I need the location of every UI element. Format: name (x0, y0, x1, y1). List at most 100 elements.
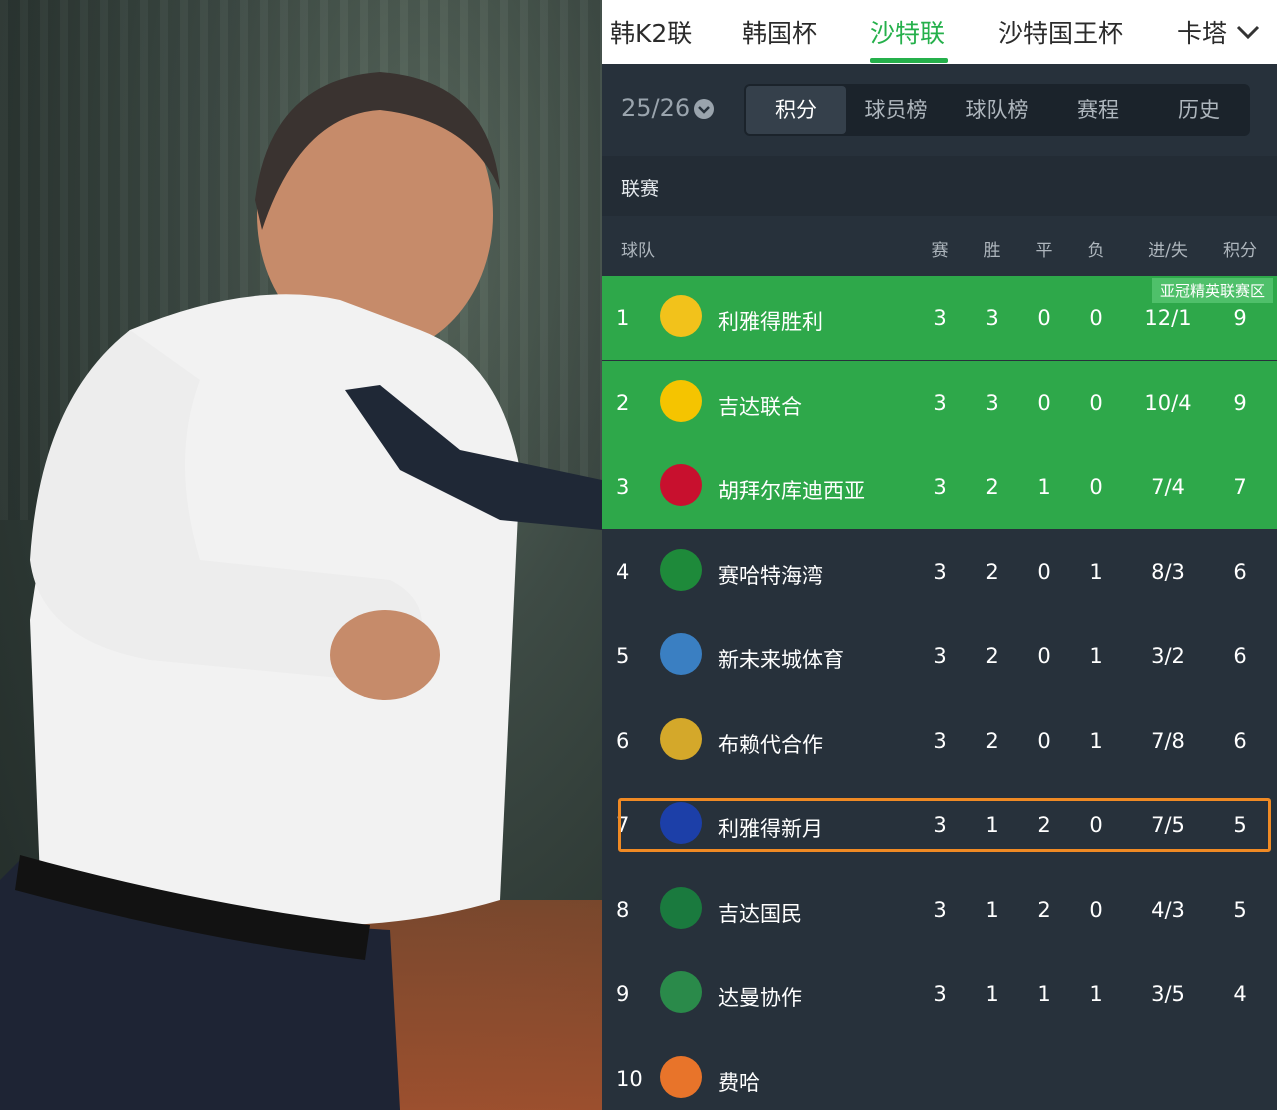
played-cell: 3 (933, 390, 947, 415)
chevron-down-icon[interactable] (1234, 20, 1262, 44)
points-cell: 9 (1233, 306, 1247, 330)
played-cell: 3 (933, 728, 947, 753)
tab-qatar[interactable]: 卡塔 (1177, 14, 1229, 50)
team-logo-icon (660, 464, 702, 506)
coach-figure (0, 72, 602, 1110)
table-row[interactable]: 9 达曼协作 3 1 1 1 3/5 4 (602, 952, 1277, 1036)
lost-cell: 1 (1089, 728, 1103, 753)
team-name[interactable]: 费哈 (718, 1067, 760, 1097)
rank-cell: 2 (616, 390, 630, 415)
lost-cell: 1 (1089, 982, 1103, 1006)
rank-cell: 5 (616, 644, 630, 668)
points-cell: 6 (1233, 728, 1247, 753)
lost-cell: 1 (1089, 559, 1103, 584)
played-cell: 3 (933, 559, 947, 584)
won-cell: 2 (985, 728, 999, 753)
active-tab-indicator (870, 58, 948, 63)
table-row[interactable]: 3 胡拜尔库迪西亚 3 2 1 0 7/4 7 (602, 445, 1277, 529)
team-name[interactable]: 达曼协作 (718, 982, 802, 1012)
table-row[interactable]: 6 布赖代合作 3 2 0 1 7/8 6 (602, 699, 1277, 783)
team-name[interactable]: 胡拜尔库迪西亚 (718, 475, 865, 505)
header-draw: 平 (1035, 241, 1053, 261)
team-name[interactable]: 吉达联合 (718, 391, 802, 421)
team-name[interactable]: 利雅得胜利 (718, 306, 823, 336)
team-logo-icon (660, 548, 702, 591)
points-cell: 6 (1233, 559, 1247, 584)
tab-kings-cup[interactable]: 沙特国王杯 (998, 14, 1123, 50)
team-logo-icon (660, 295, 702, 337)
played-cell: 3 (933, 897, 947, 922)
team-logo-icon (660, 971, 702, 1013)
lost-cell: 0 (1089, 897, 1103, 922)
subtab-schedule[interactable]: 赛程 (1048, 84, 1148, 136)
team-logo-icon (660, 633, 702, 675)
draw-cell: 0 (1037, 390, 1051, 415)
draw-cell: 1 (1037, 475, 1051, 499)
standings-panel: 韩K2联 韩国杯 沙特联 沙特国王杯 卡塔 25/26 积分 球员榜 球队榜 赛… (602, 0, 1277, 1110)
table-row[interactable]: 10 费哈 (602, 1037, 1277, 1110)
goals-cell: 4/3 (1151, 897, 1185, 922)
draw-cell: 0 (1037, 559, 1051, 584)
rank-cell: 10 (616, 1066, 643, 1091)
team-name[interactable]: 新未来城体育 (718, 644, 844, 674)
tab-korea-cup[interactable]: 韩国杯 (742, 14, 817, 50)
table-header: 球队 赛 胜 平 负 进/失 积分 (602, 216, 1277, 276)
played-cell: 3 (933, 644, 947, 668)
header-won: 胜 (983, 241, 1001, 261)
draw-cell: 0 (1037, 728, 1051, 753)
goals-cell: 3/2 (1151, 644, 1185, 668)
section-title: 联赛 (621, 178, 660, 200)
league-tab-bar: 韩K2联 韩国杯 沙特联 沙特国王杯 卡塔 (602, 0, 1277, 64)
rank-cell: 8 (616, 897, 630, 922)
team-logo-icon (660, 886, 702, 929)
subtab-team-ranking[interactable]: 球队榜 (947, 84, 1047, 136)
chevron-circle-icon[interactable] (694, 99, 714, 119)
tab-k-league-2[interactable]: 韩K2联 (610, 14, 692, 50)
rank-cell: 9 (616, 982, 630, 1006)
won-cell: 3 (985, 306, 999, 330)
zone-badge: 亚冠精英联赛区 (1151, 278, 1273, 303)
won-cell: 3 (985, 390, 999, 415)
subtab-standings[interactable]: 积分 (746, 86, 846, 134)
subtab-history[interactable]: 历史 (1149, 84, 1249, 136)
goals-cell: 12/1 (1144, 306, 1192, 330)
rank-cell: 3 (616, 475, 630, 499)
lost-cell: 0 (1089, 475, 1103, 499)
table-row[interactable]: 2 吉达联合 3 3 0 0 10/4 9 (602, 360, 1277, 445)
goals-cell: 7/4 (1151, 475, 1185, 499)
team-name[interactable]: 布赖代合作 (718, 729, 823, 759)
subtab-player-ranking[interactable]: 球员榜 (846, 84, 946, 136)
table-row[interactable]: 8 吉达国民 3 1 2 0 4/3 5 (602, 868, 1277, 952)
table-row[interactable]: 4 赛哈特海湾 3 2 0 1 8/3 6 (602, 530, 1277, 614)
tab-saudi-pro-league[interactable]: 沙特联 (870, 14, 945, 50)
won-cell: 1 (985, 897, 999, 922)
table-row[interactable]: 5 新未来城体育 3 2 0 1 3/2 6 (602, 614, 1277, 698)
won-cell: 2 (985, 559, 999, 584)
team-name[interactable]: 赛哈特海湾 (718, 560, 823, 590)
team-logo-icon (660, 379, 702, 422)
played-cell: 3 (933, 982, 947, 1006)
points-cell: 5 (1233, 897, 1247, 922)
played-cell: 3 (933, 475, 947, 499)
goals-cell: 10/4 (1144, 390, 1192, 415)
draw-cell: 2 (1037, 897, 1051, 922)
team-name[interactable]: 吉达国民 (718, 898, 802, 928)
header-lost: 负 (1087, 241, 1105, 261)
draw-cell: 1 (1037, 982, 1051, 1006)
section-header: 联赛 (602, 156, 1277, 216)
team-logo-icon (660, 1055, 702, 1098)
points-cell: 7 (1233, 475, 1247, 499)
header-points: 积分 (1223, 241, 1257, 261)
points-cell: 9 (1233, 390, 1247, 415)
coach-photo (0, 0, 602, 1110)
header-goals: 进/失 (1148, 241, 1188, 261)
goals-cell: 7/8 (1151, 728, 1185, 753)
season-selector[interactable]: 25/26 (621, 94, 690, 122)
lost-cell: 0 (1089, 390, 1103, 415)
team-logo-icon (660, 717, 702, 760)
won-cell: 2 (985, 644, 999, 668)
draw-cell: 0 (1037, 644, 1051, 668)
lost-cell: 1 (1089, 644, 1103, 668)
points-cell: 6 (1233, 644, 1247, 668)
goals-cell: 3/5 (1151, 982, 1185, 1006)
